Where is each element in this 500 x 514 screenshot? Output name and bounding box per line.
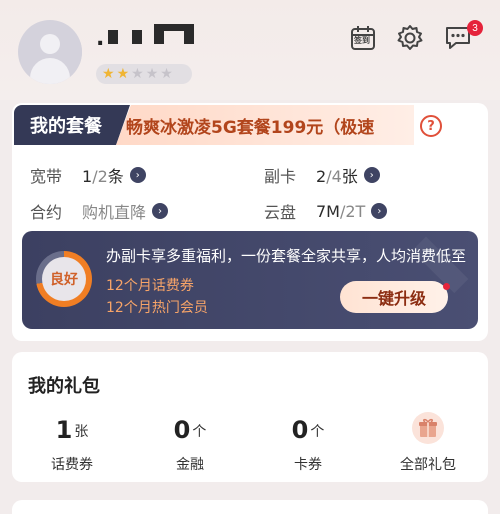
plan-tag: 我的套餐: [14, 105, 130, 145]
stat-broadband[interactable]: 宽带 1/2条 ›: [30, 163, 146, 187]
my-plan-card: 我的套餐 畅爽冰激凌5G套餐199元（极速 ? 宽带 1/2条 › 副卡 2/4…: [12, 103, 488, 341]
star-empty-icon: ★: [160, 66, 173, 82]
gift-all[interactable]: 全部礼包: [378, 412, 478, 474]
next-section-card: [12, 500, 488, 514]
star-filled-icon: ★: [116, 66, 130, 82]
profile-header: . ★ ★ ★ ★ ★ 签到 3: [0, 0, 500, 100]
gift-vouchers[interactable]: 0个 卡券: [258, 412, 358, 474]
ring-label: 良好: [42, 257, 86, 301]
promo-benefit-2: 12个月热门会员: [106, 300, 208, 316]
help-icon[interactable]: ?: [420, 115, 442, 137]
plan-name[interactable]: 畅爽冰激凌5G套餐199元（极速: [126, 113, 410, 138]
plan-health-ring: 良好: [36, 251, 92, 307]
stat-secondary-card[interactable]: 副卡 2/4张 ›: [264, 163, 380, 187]
chevron-right-icon: ›: [152, 203, 169, 219]
gift-box-icon: [412, 412, 444, 444]
upgrade-promo-banner[interactable]: 良好 办副卡享多重福利，一份套餐全家共享，人均消费低至 12个月话费券 12个月…: [22, 231, 478, 329]
one-click-upgrade-button[interactable]: 一键升级: [340, 281, 448, 313]
plan-header: 我的套餐 畅爽冰激凌5G套餐199元（极速 ?: [14, 105, 442, 145]
gifts-title: 我的礼包: [28, 376, 100, 397]
avatar[interactable]: [18, 20, 82, 84]
promo-benefit-1: 12个月话费券: [106, 278, 194, 294]
star-empty-icon: ★: [145, 66, 159, 82]
message-badge: 3: [467, 20, 483, 36]
username: .: [96, 26, 107, 51]
my-gifts-card: 我的礼包 1张 话费券 0个 金融 0个 卡券 全部礼包: [12, 352, 488, 482]
stat-contract[interactable]: 合约 购机直降 ›: [30, 199, 169, 223]
level-stars: ★ ★ ★ ★ ★: [96, 64, 192, 84]
gift-phone-coupon[interactable]: 1张 话费券: [22, 412, 122, 474]
chevron-right-icon: ›: [129, 167, 146, 183]
checkin-calendar-icon[interactable]: 签到: [349, 24, 377, 52]
gear-icon[interactable]: [396, 24, 424, 52]
promo-headline: 办副卡享多重福利，一份套餐全家共享，人均消费低至: [106, 247, 467, 265]
chevron-right-icon: ›: [363, 167, 380, 183]
chevron-right-icon: ›: [371, 203, 388, 219]
star-filled-icon: ★: [102, 66, 115, 82]
star-empty-icon: ★: [131, 66, 144, 82]
gift-finance[interactable]: 0个 金融: [140, 412, 240, 474]
stat-cloud-drive[interactable]: 云盘 7M/2T ›: [264, 199, 388, 223]
notification-dot: [443, 283, 450, 290]
checkin-label: 签到: [354, 36, 370, 45]
